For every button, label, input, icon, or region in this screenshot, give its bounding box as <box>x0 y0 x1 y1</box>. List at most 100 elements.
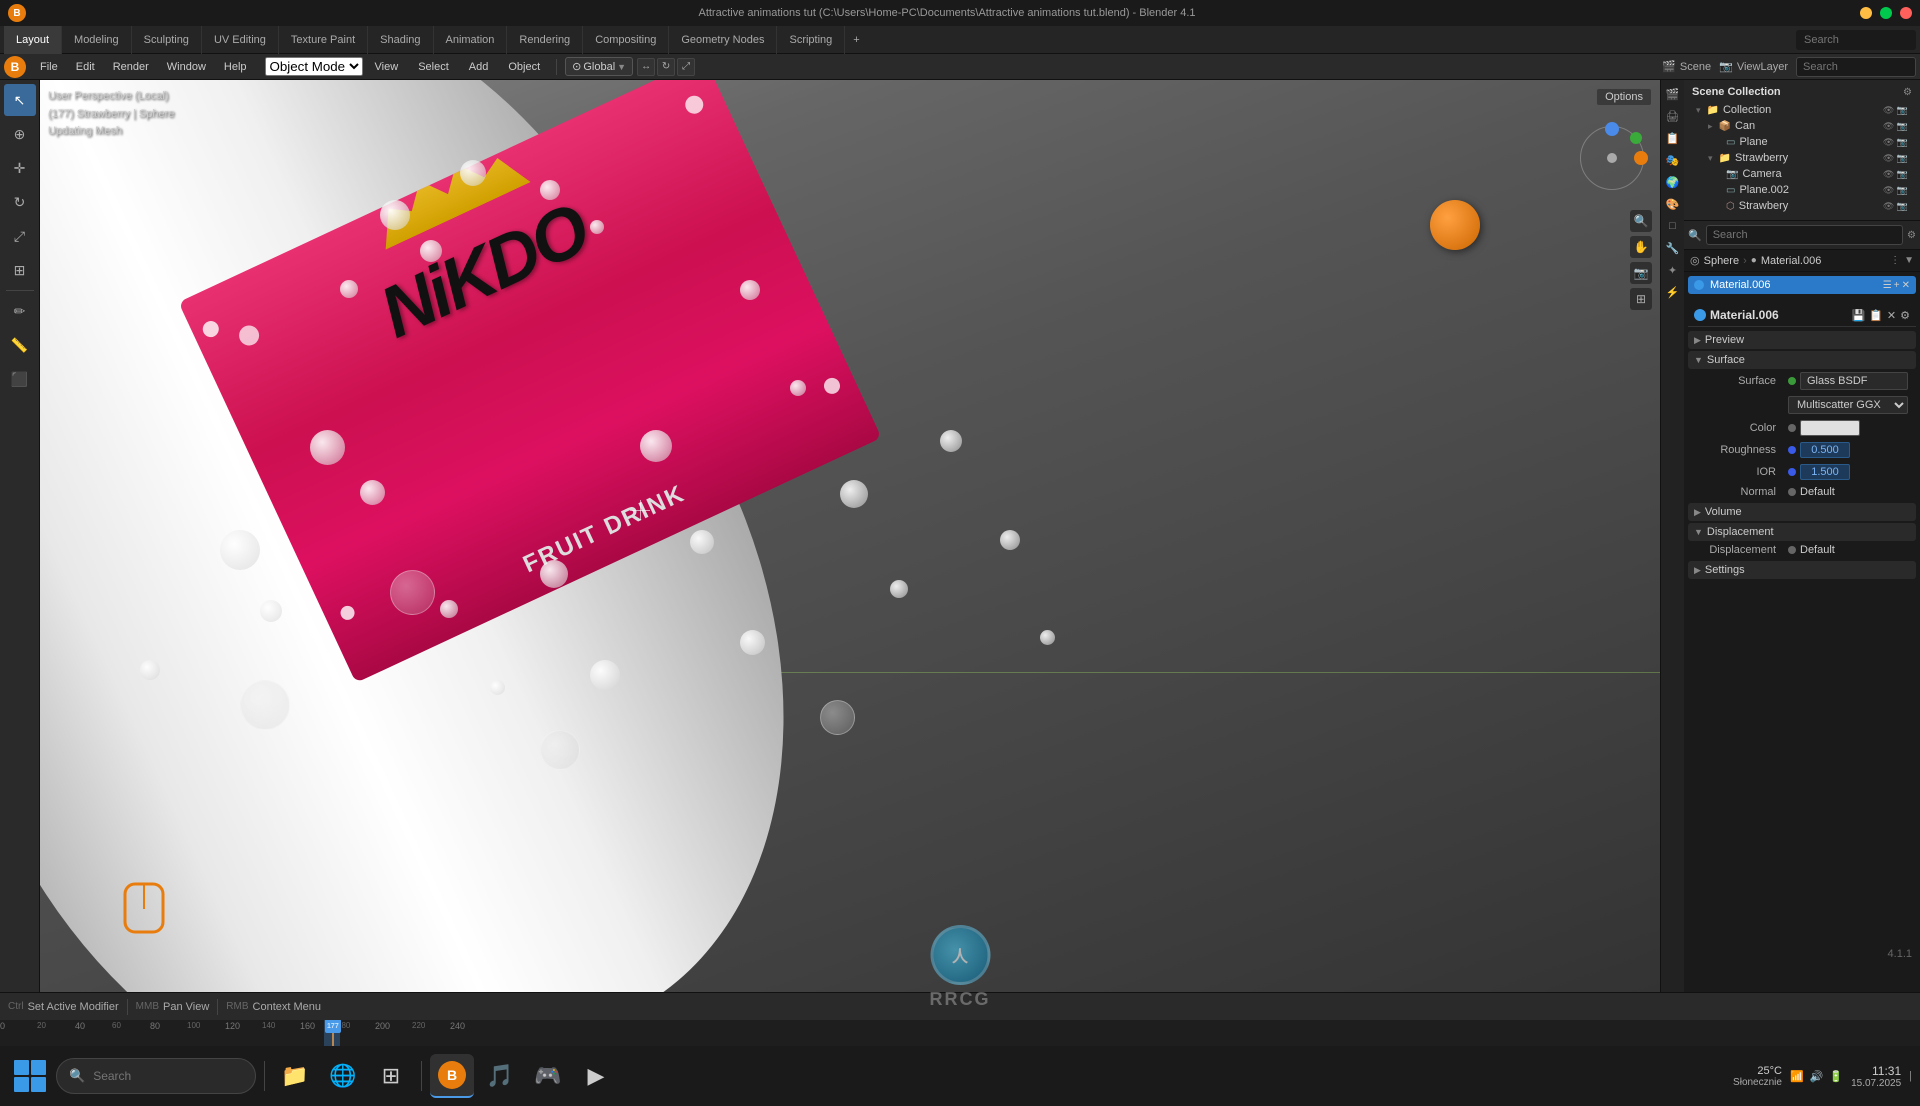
volume-section-title[interactable]: ▶ Volume <box>1688 503 1916 521</box>
object-mode-select[interactable]: Object Mode <box>265 57 363 76</box>
menu-edit[interactable]: Edit <box>68 59 103 75</box>
ior-input[interactable]: 1.500 <box>1800 464 1850 480</box>
menu-view[interactable]: View <box>367 59 407 75</box>
sc-item-strawbery[interactable]: ⬡ Strawbery 👁 📷 <box>1692 198 1912 214</box>
volume-icon[interactable]: 🔊 <box>1810 1070 1824 1083</box>
sc-item-can[interactable]: ▸ 📦 Can 👁 📷 <box>1692 118 1912 134</box>
modifier-properties-icon[interactable]: 🔧 <box>1663 238 1683 258</box>
menu-object[interactable]: Object <box>500 59 548 75</box>
scene-collection-item[interactable]: ▾ 📁 Collection 👁 📷 <box>1692 102 1912 118</box>
material-save[interactable]: 💾 <box>1852 309 1866 322</box>
tab-uv-editing[interactable]: UV Editing <box>202 26 279 54</box>
taskbar-search-input[interactable] <box>93 1069 248 1083</box>
properties-filter[interactable]: ⚙ <box>1907 230 1916 241</box>
scene-selector[interactable]: 🎬Scene <box>1662 60 1711 73</box>
view-layer-properties-icon[interactable]: 📋 <box>1663 128 1683 148</box>
breadcrumb-expand[interactable]: ▼ <box>1904 255 1914 266</box>
taskbar-chrome[interactable]: 🌐 <box>321 1054 365 1098</box>
show-desktop-btn[interactable]: | <box>1909 1070 1912 1082</box>
menu-window[interactable]: Window <box>159 59 214 75</box>
particles-icon[interactable]: ✦ <box>1663 260 1683 280</box>
tab-sculpting[interactable]: Sculpting <box>132 26 202 54</box>
menu-render[interactable]: Render <box>105 59 157 75</box>
viewport-options-button[interactable]: Options <box>1596 88 1652 106</box>
taskbar-video[interactable]: ▶ <box>574 1054 618 1098</box>
tool-scale[interactable]: ⤢ <box>4 220 36 252</box>
render-view[interactable]: ⊞ <box>1630 288 1652 310</box>
settings-section-title[interactable]: ▶ Settings <box>1688 561 1916 579</box>
maximize-button[interactable]: □ <box>1880 7 1892 19</box>
viewport[interactable]: NiKDO FRUIT DRINK <box>40 80 1660 992</box>
transform-btn-rotate[interactable]: ↻ <box>657 58 675 76</box>
network-icon[interactable]: 📶 <box>1790 1070 1804 1083</box>
tab-modeling[interactable]: Modeling <box>62 26 132 54</box>
scene-properties-icon[interactable]: 🎭 <box>1663 150 1683 170</box>
camera-view[interactable]: 📷 <box>1630 262 1652 284</box>
render-properties-icon[interactable]: 🎬 <box>1663 84 1683 104</box>
output-properties-icon[interactable]: 🖨 <box>1663 106 1683 126</box>
workspace-search-input[interactable] <box>1796 30 1916 50</box>
material-properties-icon[interactable]: 🎨 <box>1663 194 1683 214</box>
tool-select[interactable]: ↖ <box>4 84 36 116</box>
hand-tool[interactable]: ✋ <box>1630 236 1652 258</box>
tool-add-cube[interactable]: ⬛ <box>4 363 36 395</box>
tool-move[interactable]: ✛ <box>4 152 36 184</box>
tab-scripting[interactable]: Scripting <box>777 26 845 54</box>
tool-measure[interactable]: 📏 <box>4 329 36 361</box>
taskbar-explorer[interactable]: 📁 <box>273 1054 317 1098</box>
color-swatch[interactable] <box>1800 420 1860 436</box>
transform-btn-move[interactable]: ↔ <box>637 58 655 76</box>
material-browse[interactable]: ☰ <box>1883 280 1892 291</box>
tool-annotate[interactable]: ✏ <box>4 295 36 327</box>
object-properties-icon[interactable]: □ <box>1663 216 1683 236</box>
zoom-to-selected[interactable]: 🔍 <box>1630 210 1652 232</box>
add-workspace-button[interactable]: + <box>845 30 867 50</box>
physics-icon[interactable]: ⚡ <box>1663 282 1683 302</box>
clock[interactable]: 11:31 15.07.2025 <box>1851 1064 1901 1089</box>
world-properties-icon[interactable]: 🌍 <box>1663 172 1683 192</box>
global-search-input[interactable] <box>1796 57 1916 77</box>
material-entry-active[interactable]: Material.006 ☰ + ✕ <box>1688 276 1916 294</box>
properties-search-input[interactable] <box>1706 225 1903 245</box>
taskbar-game[interactable]: 🎮 <box>526 1054 570 1098</box>
tab-geometry-nodes[interactable]: Geometry Nodes <box>669 26 777 54</box>
sc-item-plane[interactable]: ▭ Plane 👁 📷 <box>1692 134 1912 150</box>
tab-layout[interactable]: Layout <box>4 26 62 54</box>
tool-cursor[interactable]: ⊕ <box>4 118 36 150</box>
tab-texture-paint[interactable]: Texture Paint <box>279 26 368 54</box>
surface-type-select[interactable]: Glass BSDF <box>1800 372 1908 390</box>
preview-section-title[interactable]: ▶ Preview <box>1688 331 1916 349</box>
filter-icon[interactable]: ⚙ <box>1903 87 1912 98</box>
minimize-button[interactable]: — <box>1860 7 1872 19</box>
windows-start-button[interactable] <box>8 1054 52 1098</box>
breadcrumb-menu[interactable]: ⋮ <box>1890 255 1900 266</box>
tab-animation[interactable]: Animation <box>434 26 508 54</box>
sc-item-strawberry[interactable]: ▾ 📁 Strawberry 👁 📷 <box>1692 150 1912 166</box>
taskbar-apps[interactable]: ⊞ <box>369 1054 413 1098</box>
surface-section-title[interactable]: ▼ Surface <box>1688 351 1916 369</box>
tool-transform[interactable]: ⊞ <box>4 254 36 286</box>
menu-select[interactable]: Select <box>410 59 457 75</box>
tool-rotate[interactable]: ↻ <box>4 186 36 218</box>
tab-shading[interactable]: Shading <box>368 26 433 54</box>
transform-btn-scale[interactable]: ⤢ <box>677 58 695 76</box>
tab-compositing[interactable]: Compositing <box>583 26 669 54</box>
material-settings[interactable]: ⚙ <box>1900 309 1910 322</box>
navigation-gizmo[interactable] <box>1572 118 1652 198</box>
menu-file[interactable]: File <box>32 59 66 75</box>
taskbar-search-bar[interactable]: 🔍 <box>56 1058 256 1094</box>
distribution-select[interactable]: Multiscatter GGX GGX <box>1788 396 1908 414</box>
taskbar-music[interactable]: 🎵 <box>478 1054 522 1098</box>
view-layer-selector[interactable]: 📷ViewLayer <box>1719 60 1788 73</box>
close-button[interactable]: ✕ <box>1900 7 1912 19</box>
tab-rendering[interactable]: Rendering <box>507 26 583 54</box>
sc-item-plane002[interactable]: ▭ Plane.002 👁 📷 <box>1692 182 1912 198</box>
menu-help[interactable]: Help <box>216 59 255 75</box>
menu-add[interactable]: Add <box>461 59 497 75</box>
material-copy[interactable]: 📋 <box>1869 309 1883 322</box>
sc-item-camera[interactable]: 📷 Camera 👁 📷 <box>1692 166 1912 182</box>
timeline-ruler[interactable]: 0 40 80 120 160 200 240 20 60 100 140 18… <box>0 1019 1920 1046</box>
taskbar-blender[interactable]: B <box>430 1054 474 1098</box>
transform-origin[interactable]: ⊙ Global ▼ <box>565 57 633 76</box>
material-x[interactable]: ✕ <box>1887 309 1896 322</box>
